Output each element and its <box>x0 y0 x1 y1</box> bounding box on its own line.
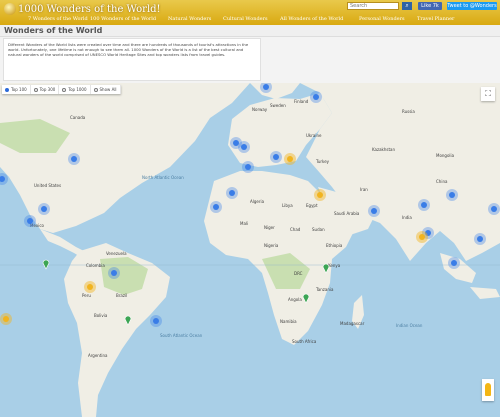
like-button[interactable]: Like 7k <box>418 2 442 10</box>
search-icon[interactable]: ⌕ <box>402 2 412 10</box>
label-brazil: Brazil <box>116 293 128 298</box>
nav-all-wonders[interactable]: All Wonders of the World <box>280 15 359 24</box>
pegman-icon[interactable] <box>482 379 494 401</box>
label-ukraine: Ukraine <box>306 133 322 138</box>
nav-travel-planner[interactable]: Travel Planner <box>417 15 465 24</box>
label-russia: Russia <box>402 109 415 114</box>
label-china: China <box>436 179 448 184</box>
nav-7-wonders[interactable]: 7 Wonders of the World <box>28 15 90 24</box>
logo-text: 1000 Wonders of the World! <box>18 3 161 15</box>
nav-100-wonders[interactable]: 100 Wonders of the World <box>90 15 168 24</box>
tweet-button[interactable]: Tweet to @Wonders <box>447 2 497 10</box>
label-mali: Mali <box>240 221 249 226</box>
label-niger: Niger <box>264 225 275 230</box>
radio-icon[interactable] <box>93 87 98 92</box>
label-finland: Finland <box>294 99 309 104</box>
nav-cultural-wonders[interactable]: Cultural Wonders <box>223 15 280 24</box>
label-bolivia: Bolivia <box>94 313 108 318</box>
label-chad: Chad <box>290 227 301 232</box>
page-title-bar: Wonders of the World <box>0 25 500 37</box>
label-south-atlantic: South Atlantic Ocean <box>160 333 203 338</box>
label-mongolia: Mongolia <box>436 153 455 158</box>
radio-icon[interactable] <box>33 87 38 92</box>
filter-top-1000[interactable]: Top 1000 <box>59 85 91 94</box>
label-egypt: Egypt <box>306 203 318 208</box>
label-namibia: Namibia <box>280 319 297 324</box>
nav-personal-wonders[interactable]: Personal Wonders <box>359 15 417 24</box>
world-map[interactable]: North Atlantic Ocean South Atlantic Ocea… <box>0 83 500 417</box>
globe-icon <box>4 3 16 15</box>
filter-bar: Top 100 Top 300 Top 1000 Show All <box>2 85 121 94</box>
fullscreen-icon[interactable]: ⛶ <box>481 87 495 101</box>
map-canvas[interactable] <box>0 83 500 417</box>
label-north-atlantic: North Atlantic Ocean <box>142 175 184 180</box>
label-ethiopia: Ethiopia <box>326 243 343 248</box>
label-kenya: Kenya <box>328 263 341 268</box>
label-algeria: Algeria <box>250 199 265 204</box>
label-madagascar: Madagascar <box>340 321 365 326</box>
intro-text: Different Wonders of the World lists wer… <box>3 38 261 81</box>
label-nigeria: Nigeria <box>264 243 279 248</box>
label-kazakhstan: Kazakhstan <box>372 147 396 152</box>
logo[interactable]: 1000 Wonders of the World! <box>4 2 161 16</box>
header: 1000 Wonders of the World! Search ⌕ Like… <box>0 0 500 25</box>
search-input[interactable]: Search <box>347 2 399 10</box>
label-angola: Angola <box>288 297 302 302</box>
page-title: Wonders of the World <box>4 26 103 35</box>
label-indian-ocean: Indian Ocean <box>396 323 423 328</box>
filter-show-all[interactable]: Show All <box>91 85 121 94</box>
label-sudan: Sudan <box>312 227 325 232</box>
label-venezuela: Venezuela <box>106 251 127 256</box>
label-united-states: United States <box>34 183 62 188</box>
label-india: India <box>402 215 412 220</box>
label-saudi-arabia: Saudi Arabia <box>334 211 360 216</box>
label-south-africa: South Africa <box>292 339 317 344</box>
label-canada: Canada <box>70 115 86 120</box>
nav-natural-wonders[interactable]: Natural Wonders <box>168 15 223 24</box>
label-argentina: Argentina <box>88 353 108 358</box>
label-drc: DRC <box>294 271 303 276</box>
label-norway: Norway <box>252 107 268 112</box>
label-libya: Libya <box>282 203 293 208</box>
label-iran: Iran <box>360 187 368 192</box>
filter-top-300[interactable]: Top 300 <box>31 85 60 94</box>
label-tanzania: Tanzania <box>316 287 334 292</box>
label-turkey: Turkey <box>316 159 330 164</box>
filter-top-100[interactable]: Top 100 <box>2 85 31 94</box>
page: 1000 Wonders of the World! Search ⌕ Like… <box>0 0 500 417</box>
radio-selected-icon[interactable] <box>5 87 9 92</box>
label-mexico: Mexico <box>30 223 44 228</box>
radio-icon[interactable] <box>62 87 67 92</box>
label-sweden: Sweden <box>270 103 286 108</box>
main-nav: 7 Wonders of the World 100 Wonders of th… <box>28 15 465 24</box>
label-peru: Peru <box>82 293 91 298</box>
label-colombia: Colombia <box>86 263 105 268</box>
